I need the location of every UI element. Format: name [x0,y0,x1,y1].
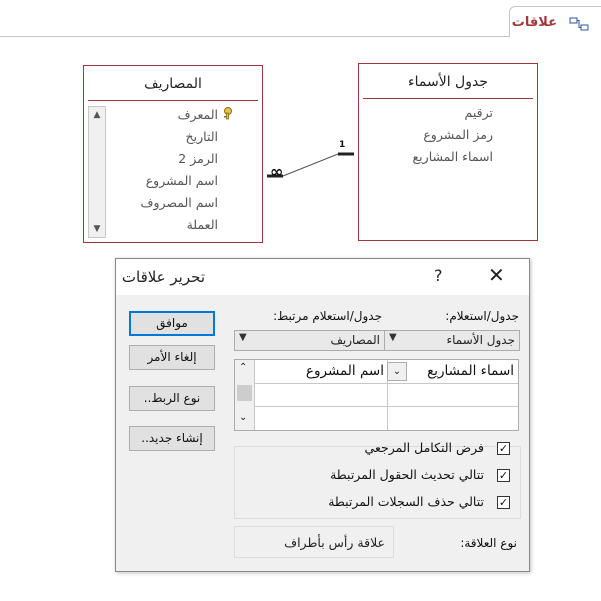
many-side-symbol: ∞ [270,162,284,181]
field-mapping-grid[interactable]: ⌃ ⌄ اسماء المشاريع ⌄ اسم المشروع [234,359,519,431]
field-currency[interactable]: العملة [187,217,218,232]
enforce-integrity-checkbox[interactable]: ✓ [497,442,510,455]
chevron-down-icon: ▼ [389,332,397,343]
table-query-value: جدول الأسماء [446,333,515,347]
tab-relationships[interactable]: علاقات [509,6,601,37]
field-project-name[interactable]: اسم المشروع [146,173,218,188]
cascade-update-label: تتالي تحديث الحقول المرتبطة [330,467,484,482]
tab-label: علاقات [511,15,557,30]
field-serial[interactable]: ترقيم [465,105,493,120]
cancel-button[interactable]: إلغاء الأمر [129,345,215,370]
field-id[interactable]: المعرف [178,107,218,122]
scroll-up-arrow-icon[interactable]: ⌃ [239,362,247,373]
scrollbar-thumb[interactable] [237,385,252,401]
table-expenses-scrollbar[interactable]: ▲ ▼ [88,106,106,238]
field-project-code[interactable]: رمز المشروع [423,127,493,142]
table-query-label: جدول/استعلام: [445,309,519,323]
grid-cell-right-field[interactable]: اسم المشروع [306,363,384,379]
related-query-select[interactable]: المصاريف ▼ [234,330,385,351]
table-names-title: جدول الأسماء [408,74,488,90]
create-new-button[interactable]: إنشاء جديد.. [129,426,215,451]
edit-relationships-dialog: تحرير علاقات ? ✕ موافق إلغاء الأمر نوع ا… [115,258,530,572]
related-query-value: المصاريف [330,333,380,347]
chevron-down-icon[interactable]: ⌄ [387,362,407,381]
scroll-up-arrow-icon[interactable]: ▲ [89,107,105,123]
join-type-button[interactable]: نوع الربط.. [129,386,215,411]
table-expenses-title: المصاريف [144,76,202,92]
help-icon[interactable]: ? [434,266,443,285]
dialog-title: تحرير علاقات [121,268,205,286]
field-expense-name[interactable]: اسم المصروف [141,195,218,210]
table-title-divider [363,98,533,99]
grid-scrollbar[interactable]: ⌃ ⌄ [235,360,255,430]
relation-type-box: علاقة رأس بأطراف [234,526,394,558]
cascade-delete-label: تتالي حذف السجلات المرتبطة [328,494,484,509]
relation-type-value: علاقة رأس بأطراف [284,535,385,550]
enforce-integrity-label: فرض التكامل المرجعي [364,440,484,455]
relationships-icon [569,17,589,31]
cascade-update-checkbox[interactable]: ✓ [497,469,510,482]
chevron-down-icon: ▼ [239,332,247,343]
table-title-divider [88,100,258,101]
scroll-down-arrow-icon[interactable]: ▼ [89,221,105,237]
primary-key-icon [224,107,232,120]
field-date[interactable]: التاريخ [186,129,218,144]
dialog-titlebar: تحرير علاقات ? ✕ [116,259,529,295]
cascade-delete-checkbox[interactable]: ✓ [497,496,510,509]
field-code2[interactable]: الرمز 2 [178,151,218,166]
table-names[interactable]: جدول الأسماء ترقيم رمز المشروع اسماء الم… [358,63,538,241]
one-side-symbol: 1 [339,140,346,150]
table-query-select[interactable]: جدول الأسماء ▼ [384,330,520,351]
scroll-down-arrow-icon[interactable]: ⌄ [239,412,247,423]
table-expenses[interactable]: المصاريف ▲ ▼ المعرف التاريخ الرمز 2 اسم … [83,65,263,243]
ok-button[interactable]: موافق [129,311,215,336]
related-query-label: جدول/استعلام مرتبط: [273,309,382,323]
close-icon[interactable]: ✕ [488,263,505,287]
grid-cell-left-field[interactable]: اسماء المشاريع [427,363,514,379]
field-project-names[interactable]: اسماء المشاريع [413,149,493,164]
relation-type-label: نوع العلاقة: [460,536,517,550]
